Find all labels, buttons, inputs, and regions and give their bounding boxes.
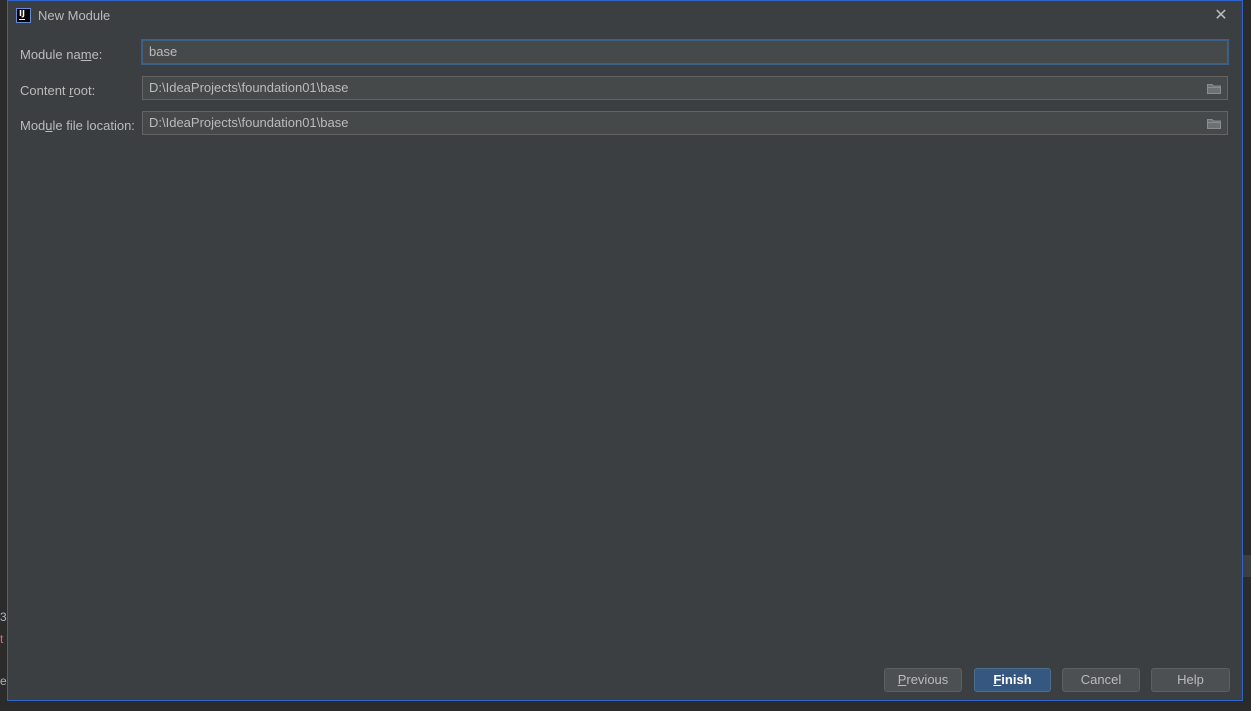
module-name-row: Module name: base <box>20 40 1230 66</box>
finish-button[interactable]: Finish <box>974 668 1051 692</box>
content-root-input[interactable]: D:\IdeaProjects\foundation01\base <box>142 76 1228 100</box>
dialog-titlebar[interactable]: IJ New Module ✕ <box>8 1 1242 31</box>
content-root-row: Content root: D:\IdeaProjects\foundation… <box>20 76 1230 102</box>
module-name-label: Module name: <box>20 47 103 62</box>
content-root-label: Content root: <box>20 83 96 98</box>
module-name-input[interactable]: base <box>142 40 1228 64</box>
help-button[interactable]: Help <box>1151 668 1230 692</box>
app-icon-text: IJ <box>19 9 25 18</box>
folder-icon[interactable] <box>1207 118 1221 129</box>
folder-icon[interactable] <box>1207 83 1221 94</box>
intellij-app-icon: IJ <box>16 8 31 23</box>
module-file-location-label: Module file location: <box>20 118 135 133</box>
close-icon[interactable]: ✕ <box>1212 7 1230 25</box>
previous-button[interactable]: Previous <box>884 668 962 692</box>
dialog-title: New Module <box>38 8 111 23</box>
new-module-dialog: IJ New Module ✕ Module name: base Conten… <box>7 0 1243 701</box>
content-root-value: D:\IdeaProjects\foundation01\base <box>149 80 349 95</box>
module-file-location-row: Module file location: D:\IdeaProjects\fo… <box>20 111 1230 137</box>
module-file-location-input[interactable]: D:\IdeaProjects\foundation01\base <box>142 111 1228 135</box>
background-panel-strip <box>1242 555 1251 577</box>
module-file-location-value: D:\IdeaProjects\foundation01\base <box>149 115 349 130</box>
cancel-button[interactable]: Cancel <box>1062 668 1140 692</box>
